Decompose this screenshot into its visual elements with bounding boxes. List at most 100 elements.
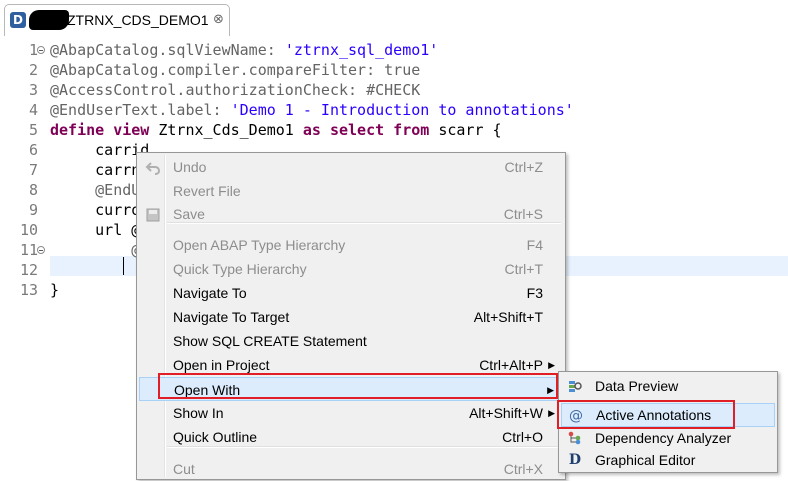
menu-item-shortcut: Ctrl+Z [504, 159, 544, 175]
code-token: @ [50, 241, 141, 259]
code-text: @AbapCatalog.compiler.compareFilter: tru… [50, 60, 420, 80]
menu-item-label: Undo [173, 159, 207, 175]
editor-tab-bar: D ZTRNX_CDS_DEMO1 ⊗ [0, 0, 788, 37]
code-text: @AccessControl.authorizationCheck: #CHEC… [50, 80, 420, 100]
code-line[interactable]: 3 @AccessControl.authorizationCheck: #CHE… [0, 80, 788, 100]
save-icon [145, 206, 161, 222]
line-number: 12 [19, 261, 38, 279]
data-preview-icon [567, 378, 583, 394]
tab-title: ZTRNX_CDS_DEMO1 [67, 12, 209, 28]
code-token: 'Demo 1 - Introduction to annotations' [230, 101, 574, 119]
redacted-tab-prefix [29, 10, 69, 30]
menu-item-show-in[interactable]: Show In Alt+Shift+W ▶ [139, 401, 563, 425]
line-number: 9 [28, 201, 38, 219]
fold-toggle-icon[interactable] [37, 46, 45, 54]
code-text: carrn [50, 160, 140, 180]
code-token: scarr { [438, 121, 502, 139]
menu-item-shortcut: F3 [526, 285, 543, 301]
menu-item-shortcut: Alt+Shift+W [469, 405, 543, 421]
code-line[interactable]: 4 @EndUserText.label: 'Demo 1 - Introduct… [0, 100, 788, 120]
menu-item-label: Save [173, 206, 205, 222]
line-number: 11 [19, 241, 38, 259]
submenu-item-label: Dependency Analyzer [595, 430, 732, 446]
code-token: @EndU [50, 181, 141, 199]
submenu-item-dependency-analyzer[interactable]: Dependency Analyzer [561, 427, 775, 449]
editor-tab-ztrnx-cds-demo1[interactable]: D ZTRNX_CDS_DEMO1 ⊗ [4, 4, 230, 36]
highlight-box-open-with [158, 373, 558, 399]
menu-item-undo[interactable]: Undo Ctrl+Z [139, 155, 563, 179]
menu-item-navigate-to-target[interactable]: Navigate To Target Alt+Shift+T [139, 305, 563, 329]
menu-item-save[interactable]: Save Ctrl+S [139, 202, 563, 226]
menu-item-label: Navigate To Target [173, 309, 290, 325]
code-line[interactable]: 2 @AbapCatalog.compiler.compareFilter: tr… [0, 60, 788, 80]
line-number: 8 [28, 181, 38, 199]
code-text: curro [50, 200, 140, 220]
highlight-box-active-annotations [557, 400, 735, 429]
menu-item-shortcut: Alt+Shift+T [473, 309, 543, 325]
menu-item-label: Show SQL CREATE Statement [173, 333, 367, 349]
code-token: } [50, 281, 60, 299]
code-text: url @ [50, 220, 140, 240]
menu-item-label: Show In [173, 405, 224, 421]
code-token: url @ [50, 221, 141, 239]
code-token: define view [50, 121, 159, 139]
code-token: Ztrnx_Cds_Demo1 [158, 121, 303, 139]
menu-item-label: Quick Type Hierarchy [173, 261, 307, 277]
line-number: 5 [28, 121, 38, 139]
menu-item-shortcut: Ctrl+S [503, 206, 543, 222]
code-token: curro [50, 201, 141, 219]
code-text: define view Ztrnx_Cds_Demo1 as select fr… [50, 120, 502, 140]
menu-item-quick-type-hierarchy[interactable]: Quick Type Hierarchy Ctrl+T [139, 257, 563, 281]
dependency-analyzer-icon [567, 430, 583, 446]
code-line[interactable]: 1 @AbapCatalog.sqlViewName: 'ztrnx_sql_de… [0, 40, 788, 60]
menu-item-label: Navigate To [173, 285, 247, 301]
menu-item-label: Quick Outline [173, 429, 258, 445]
close-icon[interactable]: ⊗ [213, 12, 224, 27]
ddl-source-icon: D [10, 12, 26, 28]
code-text: } [50, 280, 59, 300]
context-menu: Undo Ctrl+Z Revert File Save Ctrl+S Open ABAP… [136, 152, 566, 480]
line-number: 1 [28, 41, 38, 59]
menu-item-cut[interactable]: Cut Ctrl+X [139, 457, 563, 481]
menu-item-shortcut: Ctrl+X [503, 461, 543, 477]
code-line[interactable]: 5 define view Ztrnx_Cds_Demo1 as select f… [0, 120, 788, 140]
code-text: @AbapCatalog.sqlViewName: 'ztrnx_sql_dem… [50, 40, 438, 60]
code-token: @AbapCatalog.compiler.compareFilter: tru… [50, 61, 421, 79]
code-token: @AccessControl.authorizationCheck: #CHEC… [50, 81, 421, 99]
menu-item-quick-outline[interactable]: Quick Outline Ctrl+O [139, 425, 563, 449]
code-text: @ [50, 240, 140, 260]
menu-item-label: Revert File [173, 183, 241, 199]
text-caret [123, 257, 124, 275]
line-number: 7 [28, 161, 38, 179]
line-number: 4 [28, 101, 38, 119]
fold-toggle-icon[interactable] [37, 246, 45, 254]
undo-icon [145, 159, 161, 175]
menu-item-shortcut: F4 [526, 237, 543, 253]
menu-item-label: Open ABAP Type Hierarchy [173, 237, 346, 253]
menu-item-show-sql-create-statement[interactable]: Show SQL CREATE Statement [139, 329, 563, 353]
menu-item-shortcut: Ctrl+T [504, 261, 544, 277]
submenu-item-graphical-editor[interactable]: D Graphical Editor [561, 449, 775, 471]
code-text: @EndU [50, 180, 140, 200]
line-number: 3 [28, 81, 38, 99]
graphical-editor-icon: D [568, 452, 582, 468]
code-text: @EndUserText.label: 'Demo 1 - Introducti… [50, 100, 574, 120]
line-number: 10 [19, 221, 38, 239]
code-token: @AbapCatalog.sqlViewName: [50, 41, 285, 59]
submenu-item-label: Data Preview [595, 378, 679, 394]
submenu-item-data-preview[interactable]: Data Preview [561, 375, 775, 397]
line-number: 6 [28, 141, 38, 159]
submenu-item-label: Graphical Editor [595, 452, 696, 468]
menu-item-open-abap-type-hierarchy[interactable]: Open ABAP Type Hierarchy F4 [139, 233, 563, 257]
code-token: @EndUserText.label: [50, 101, 231, 119]
code-token: as select from [302, 121, 439, 139]
menu-item-label: Cut [173, 461, 195, 477]
line-number: 2 [28, 61, 38, 79]
menu-item-navigate-to[interactable]: Navigate To F3 [139, 281, 563, 305]
menu-item-revert-file[interactable]: Revert File [139, 179, 563, 203]
submenu-arrow-icon: ▶ [548, 408, 555, 418]
code-token: 'ztrnx_sql_demo1' [284, 41, 439, 59]
menu-item-shortcut: Ctrl+O [502, 429, 543, 445]
code-token: carrn [50, 161, 141, 179]
line-number: 13 [19, 281, 38, 299]
